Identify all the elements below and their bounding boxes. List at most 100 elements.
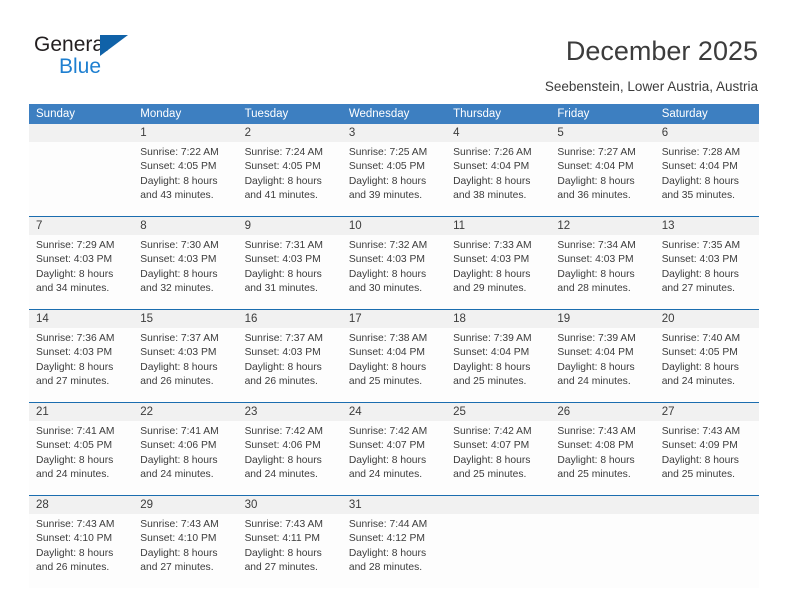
day-number-19[interactable]: 19	[550, 310, 654, 328]
day-cell-26[interactable]: Sunrise: 7:43 AM Sunset: 4:08 PM Daylight:…	[550, 421, 654, 495]
day-number-25[interactable]: 25	[446, 403, 550, 421]
day-number-7[interactable]: 7	[29, 217, 133, 235]
day-cell-25[interactable]: Sunrise: 7:42 AM Sunset: 4:07 PM Daylight:…	[446, 421, 550, 495]
day-sunrise-text: Sunrise: 7:42 AM	[453, 426, 532, 437]
day-number-16[interactable]: 16	[238, 310, 342, 328]
day-number-17[interactable]: 17	[342, 310, 446, 328]
day-sunset-text: Sunset: 4:07 PM	[453, 440, 530, 452]
day-cell-3[interactable]: Sunrise: 7:25 AM Sunset: 4:05 PM Daylight:…	[342, 142, 446, 216]
day-cell-6[interactable]: Sunrise: 7:28 AM Sunset: 4:04 PM Daylight:…	[655, 142, 759, 216]
brand-logo[interactable]: General Blue	[34, 33, 234, 85]
day-number-10[interactable]: 10	[342, 217, 446, 235]
day-sunrise-text: Sunrise: 7:41 AM	[36, 426, 115, 437]
day-number-21[interactable]: 21	[29, 403, 133, 421]
day-number-8[interactable]: 8	[133, 217, 237, 235]
day-number-24[interactable]: 24	[342, 403, 446, 421]
day-cell-14[interactable]: Sunrise: 7:36 AM Sunset: 4:03 PM Daylight:…	[29, 328, 133, 402]
day-number-30[interactable]: 30	[238, 496, 342, 514]
day-sunset-text: Sunset: 4:09 PM	[661, 440, 738, 452]
day-sunrise-text: Sunrise: 7:43 AM	[36, 519, 115, 530]
day-cell-17[interactable]: Sunrise: 7:38 AM Sunset: 4:04 PM Daylight:…	[342, 328, 446, 402]
day-number-6[interactable]: 6	[655, 124, 759, 142]
day-cell-9[interactable]: Sunrise: 7:31 AM Sunset: 4:03 PM Daylight:…	[238, 235, 342, 309]
day-daylight-1-text: Daylight: 8 hours	[244, 361, 322, 373]
day-number-9[interactable]: 9	[238, 217, 342, 235]
day-number-11[interactable]: 11	[446, 217, 550, 235]
day-cell-27[interactable]: Sunrise: 7:43 AM Sunset: 4:09 PM Daylight:…	[655, 421, 759, 495]
day-sunrise-text: Sunrise: 7:29 AM	[36, 240, 115, 251]
day-sunrise-text: Sunrise: 7:34 AM	[557, 240, 636, 251]
week-day-detail-band: Sunrise: 7:22 AM Sunset: 4:05 PM Daylight:…	[29, 142, 759, 216]
day-sunrise-text: Sunrise: 7:36 AM	[36, 333, 115, 344]
day-number-27[interactable]: 27	[655, 403, 759, 421]
weekday-header-thursday: Thursday	[453, 108, 502, 120]
day-number-18[interactable]: 18	[446, 310, 550, 328]
day-daylight-1-text: Daylight: 8 hours	[348, 175, 427, 187]
day-sunrise-text: Sunrise: 7:35 AM	[661, 240, 741, 251]
day-number-3[interactable]: 3	[342, 124, 446, 142]
day-number-15[interactable]: 15	[133, 310, 237, 328]
day-cell-5[interactable]: Sunrise: 7:27 AM Sunset: 4:04 PM Daylight:…	[550, 142, 654, 216]
day-number-22[interactable]: 22	[133, 403, 237, 421]
day-cell-20[interactable]: Sunrise: 7:40 AM Sunset: 4:05 PM Daylight:…	[655, 328, 759, 402]
day-sunset-text: Sunset: 4:04 PM	[453, 161, 530, 173]
day-sunset-text: Sunset: 4:04 PM	[453, 347, 530, 359]
day-cell-15[interactable]: Sunrise: 7:37 AM Sunset: 4:03 PM Daylight:…	[133, 328, 237, 402]
calendar-week-row: 1 2 3 4 5 6 Sunrise: 7:22 AM Sunset: 4:05 PM Day…	[29, 124, 759, 216]
day-number-4[interactable]: 4	[446, 124, 550, 142]
day-daylight-2-text: and 26 minutes.	[36, 561, 110, 573]
day-sunrise-text: Sunrise: 7:30 AM	[140, 240, 219, 251]
day-number-12[interactable]: 12	[550, 217, 654, 235]
day-number-empty	[29, 124, 133, 142]
day-cell-31[interactable]: Sunrise: 7:44 AM Sunset: 4:12 PM Daylight:…	[342, 514, 446, 588]
day-cell-1[interactable]: Sunrise: 7:22 AM Sunset: 4:05 PM Daylight:…	[133, 142, 237, 216]
day-sunrise-text: Sunrise: 7:22 AM	[140, 147, 219, 158]
day-number-29[interactable]: 29	[133, 496, 237, 514]
day-number-2[interactable]: 2	[238, 124, 342, 142]
day-daylight-2-text: and 24 minutes.	[140, 468, 214, 480]
day-daylight-2-text: and 24 minutes.	[557, 375, 631, 387]
day-cell-10[interactable]: Sunrise: 7:32 AM Sunset: 4:03 PM Daylight:…	[342, 235, 446, 309]
calendar-week-row: 14 15 16 17 18 19 20 Sunrise: 7:36 AM Sunset: 4:…	[29, 309, 759, 402]
day-cell-16[interactable]: Sunrise: 7:37 AM Sunset: 4:03 PM Daylight:…	[238, 328, 342, 402]
day-cell-19[interactable]: Sunrise: 7:39 AM Sunset: 4:04 PM Daylight:…	[550, 328, 654, 402]
day-number-13[interactable]: 13	[655, 217, 759, 235]
day-cell-29[interactable]: Sunrise: 7:43 AM Sunset: 4:10 PM Daylight:…	[133, 514, 237, 588]
day-cell-28[interactable]: Sunrise: 7:43 AM Sunset: 4:10 PM Daylight:…	[29, 514, 133, 588]
day-cell-22[interactable]: Sunrise: 7:41 AM Sunset: 4:06 PM Daylight:…	[133, 421, 237, 495]
day-number-14[interactable]: 14	[29, 310, 133, 328]
day-sunrise-text: Sunrise: 7:27 AM	[557, 147, 636, 158]
day-cell-21[interactable]: Sunrise: 7:41 AM Sunset: 4:05 PM Daylight:…	[29, 421, 133, 495]
week-day-number-band: 21 22 23 24 25 26 27	[29, 403, 759, 421]
day-daylight-2-text: and 26 minutes.	[244, 375, 318, 387]
day-daylight-2-text: and 36 minutes.	[557, 189, 631, 201]
day-number-23[interactable]: 23	[238, 403, 342, 421]
day-number-26[interactable]: 26	[550, 403, 654, 421]
day-cell-23[interactable]: Sunrise: 7:42 AM Sunset: 4:06 PM Daylight:…	[238, 421, 342, 495]
day-number-empty	[550, 496, 654, 514]
day-sunset-text: Sunset: 4:03 PM	[348, 254, 425, 266]
day-cell-7[interactable]: Sunrise: 7:29 AM Sunset: 4:03 PM Daylight:…	[29, 235, 133, 309]
day-number-28[interactable]: 28	[29, 496, 133, 514]
day-daylight-2-text: and 27 minutes.	[244, 561, 318, 573]
day-cell-13[interactable]: Sunrise: 7:35 AM Sunset: 4:03 PM Daylight:…	[655, 235, 759, 309]
day-number-31[interactable]: 31	[342, 496, 446, 514]
day-cell-18[interactable]: Sunrise: 7:39 AM Sunset: 4:04 PM Daylight:…	[446, 328, 550, 402]
day-daylight-2-text: and 38 minutes.	[453, 189, 527, 201]
day-cell-24[interactable]: Sunrise: 7:42 AM Sunset: 4:07 PM Daylight:…	[342, 421, 446, 495]
day-cell-2[interactable]: Sunrise: 7:24 AM Sunset: 4:05 PM Daylight:…	[238, 142, 342, 216]
day-daylight-1-text: Daylight: 8 hours	[453, 361, 531, 373]
day-number-empty	[446, 496, 550, 514]
day-cell-4[interactable]: Sunrise: 7:26 AM Sunset: 4:04 PM Daylight:…	[446, 142, 550, 216]
day-cell-30[interactable]: Sunrise: 7:43 AM Sunset: 4:11 PM Daylight:…	[238, 514, 342, 588]
day-daylight-2-text: and 25 minutes.	[453, 468, 527, 480]
day-daylight-1-text: Daylight: 8 hours	[557, 268, 635, 280]
day-daylight-2-text: and 25 minutes.	[557, 468, 631, 480]
day-cell-11[interactable]: Sunrise: 7:33 AM Sunset: 4:03 PM Daylight:…	[446, 235, 550, 309]
day-number-5[interactable]: 5	[550, 124, 654, 142]
day-number-1[interactable]: 1	[133, 124, 237, 142]
day-number-20[interactable]: 20	[655, 310, 759, 328]
day-cell-12[interactable]: Sunrise: 7:34 AM Sunset: 4:03 PM Daylight:…	[550, 235, 654, 309]
day-sunset-text: Sunset: 4:06 PM	[140, 440, 217, 452]
day-cell-8[interactable]: Sunrise: 7:30 AM Sunset: 4:03 PM Daylight:…	[133, 235, 237, 309]
